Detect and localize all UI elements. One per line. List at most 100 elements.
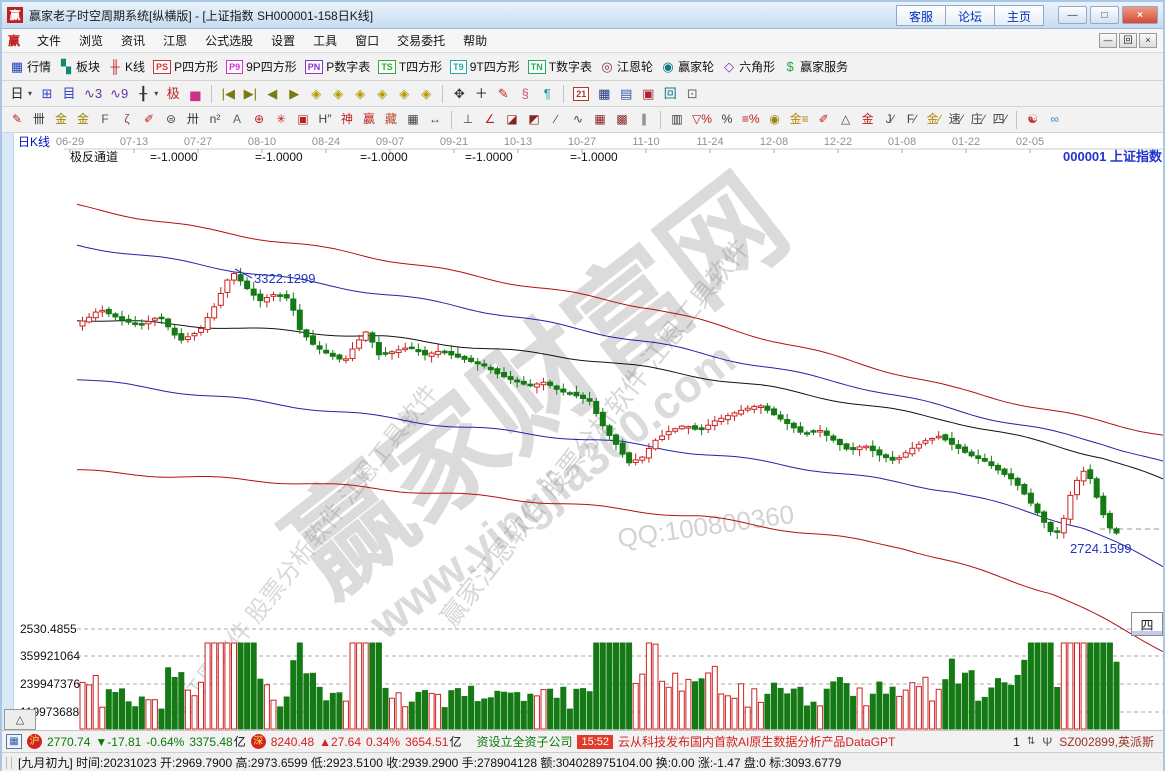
pan-hand-button[interactable]: ✥: [448, 84, 470, 103]
zhuang-angle-tool[interactable]: 庄∕: [967, 110, 989, 129]
menu-item-1[interactable]: 浏览: [70, 29, 112, 52]
box-ruler-tool[interactable]: ⊥: [457, 110, 479, 129]
diamond-expand-button[interactable]: ◈: [393, 84, 415, 103]
customer-service-button[interactable]: 客服: [896, 5, 946, 26]
p9-square-button[interactable]: P99P四方形: [222, 56, 301, 77]
quote-button[interactable]: ▦行情: [6, 56, 55, 77]
menu-item-0[interactable]: 文件: [28, 29, 70, 52]
page-spinner-icon[interactable]: ⇅: [1027, 736, 1035, 747]
wave3-icon[interactable]: ∿3: [80, 84, 106, 103]
pink-band-button[interactable]: §: [514, 84, 536, 103]
square-target-tool[interactable]: ▣: [292, 110, 314, 129]
crosshair-button[interactable]: ＋: [470, 84, 492, 103]
color-bars-icon[interactable]: ▅: [184, 84, 206, 103]
hexagon-button[interactable]: ◇六角形: [718, 56, 779, 77]
diamond-left-button[interactable]: ◈: [305, 84, 327, 103]
percent-strike-tool[interactable]: ▽%: [688, 110, 716, 129]
zigzag-tool[interactable]: ∿: [567, 110, 589, 129]
diamond-hexpand-button[interactable]: ◈: [349, 84, 371, 103]
n-square-tool[interactable]: n²: [204, 110, 226, 129]
stat-columns-tool[interactable]: ▥: [666, 110, 688, 129]
winner-wheel-button[interactable]: ◉赢家轮: [657, 56, 718, 77]
info-panel-icon[interactable]: 目: [58, 84, 80, 103]
period-day-selector[interactable]: 日▾: [6, 84, 36, 103]
diamond-compress-button[interactable]: ◈: [415, 84, 437, 103]
volume-expand-button[interactable]: △: [4, 709, 36, 730]
speed-angle-tool[interactable]: 速∕: [945, 110, 967, 129]
print-button[interactable]: ⊡: [681, 84, 703, 103]
time-hatch-tool[interactable]: 卅: [182, 110, 204, 129]
channel-four-button[interactable]: 四: [1131, 612, 1163, 636]
box-fan-tool[interactable]: ◪: [501, 110, 523, 129]
width-measure-tool[interactable]: ↔: [424, 110, 446, 129]
mdi-restore-button[interactable]: 回: [1119, 33, 1137, 48]
dense-grid-alt-tool[interactable]: ▩: [611, 110, 633, 129]
gold-lines-tool[interactable]: 金≡: [786, 110, 813, 129]
mdi-close-button[interactable]: ×: [1139, 33, 1157, 48]
maximize-button[interactable]: □: [1090, 6, 1119, 24]
save-button[interactable]: ▣: [637, 84, 659, 103]
prev-bar-button[interactable]: ◀: [261, 84, 283, 103]
market-grid-icon[interactable]: ▦: [6, 734, 22, 749]
menu-item-8[interactable]: 交易委托: [388, 29, 454, 52]
menu-item-5[interactable]: 设置: [262, 29, 304, 52]
gann-wheel-button[interactable]: ◎江恩轮: [596, 56, 657, 77]
parallel-lines-tool[interactable]: ∥: [633, 110, 655, 129]
menu-item-9[interactable]: 帮助: [454, 29, 496, 52]
dense-grid-tool[interactable]: ▦: [589, 110, 611, 129]
percent-tool[interactable]: %: [716, 110, 738, 129]
kline-chart[interactable]: 赢家财富网赢家江恩软件 股票分析软件 江恩工具软件赢家江恩软件 股票分析软件 江…: [2, 133, 1163, 730]
target-cross-tool[interactable]: ⊕: [248, 110, 270, 129]
minimize-button[interactable]: —: [1058, 6, 1087, 24]
percent-lines-tool[interactable]: ≡%: [738, 110, 764, 129]
mdi-minimize-button[interactable]: —: [1099, 33, 1117, 48]
sector-button[interactable]: ▚板块: [55, 56, 104, 77]
teal-wave-button[interactable]: ¶: [536, 84, 558, 103]
j-angle-tool[interactable]: J∕: [879, 110, 901, 129]
menu-item-4[interactable]: 公式选股: [196, 29, 262, 52]
f-line-tool[interactable]: F: [94, 110, 116, 129]
p-number-button[interactable]: PNP数字表: [301, 56, 375, 77]
t-number-button[interactable]: TNT数字表: [524, 56, 596, 77]
menu-item-6[interactable]: 工具: [304, 29, 346, 52]
calendar-button[interactable]: 21: [569, 85, 593, 103]
ticker-stock-label[interactable]: SZ002899,英派斯: [1059, 733, 1154, 750]
brush-triangle-tool[interactable]: ✐: [813, 110, 835, 129]
gold-circle-tool[interactable]: ◉: [764, 110, 786, 129]
web-layout-icon[interactable]: ⊞: [36, 84, 58, 103]
gann-hatch-tool[interactable]: 卌: [28, 110, 50, 129]
menu-item-3[interactable]: 江恩: [154, 29, 196, 52]
winner-service-button[interactable]: $赢家服务: [779, 56, 852, 77]
n-quote-tool[interactable]: H″: [314, 110, 336, 129]
t-square-button[interactable]: TST四方形: [374, 56, 446, 77]
news-headline[interactable]: 云从科技发布国内首款AI原生数据分析产品DataGPT: [618, 733, 895, 750]
close-button[interactable]: ×: [1122, 6, 1158, 24]
diamond-right-button[interactable]: ◈: [327, 84, 349, 103]
ying-tool[interactable]: 赢: [358, 110, 380, 129]
homepage-button[interactable]: 主页: [994, 5, 1044, 26]
si-angle-tool[interactable]: 四∕: [989, 110, 1011, 129]
shen-tool[interactable]: 神: [336, 110, 358, 129]
candle-style-selector[interactable]: ╂▾: [132, 84, 162, 103]
pen-tool[interactable]: ✎: [6, 110, 28, 129]
wave9-icon[interactable]: ∿9: [106, 84, 132, 103]
copy-chart-button[interactable]: 回: [659, 84, 681, 103]
yinyang-button[interactable]: ☯: [1022, 110, 1044, 129]
notebook-button[interactable]: ▤: [615, 84, 637, 103]
box-fan-alt-tool[interactable]: ◩: [523, 110, 545, 129]
menu-item-2[interactable]: 资讯: [112, 29, 154, 52]
star-target-tool[interactable]: ✳: [270, 110, 292, 129]
gold-section-tool[interactable]: 金: [50, 110, 72, 129]
calculator-button[interactable]: ▦: [593, 84, 615, 103]
cang-tool[interactable]: 藏: [380, 110, 402, 129]
news-headline-left[interactable]: 资设立全资子公司: [476, 733, 572, 750]
first-bar-button[interactable]: |◀: [217, 84, 239, 103]
diamond-hcompress-button[interactable]: ◈: [371, 84, 393, 103]
spiral-tool[interactable]: ζ: [116, 110, 138, 129]
next-bar-button[interactable]: ▶: [283, 84, 305, 103]
last-bar-button[interactable]: ▶|: [239, 84, 261, 103]
f-angle-tool[interactable]: F∕: [901, 110, 923, 129]
forum-button[interactable]: 论坛: [945, 5, 995, 26]
menu-item-7[interactable]: 窗口: [346, 29, 388, 52]
t9-square-button[interactable]: T99T四方形: [446, 56, 524, 77]
